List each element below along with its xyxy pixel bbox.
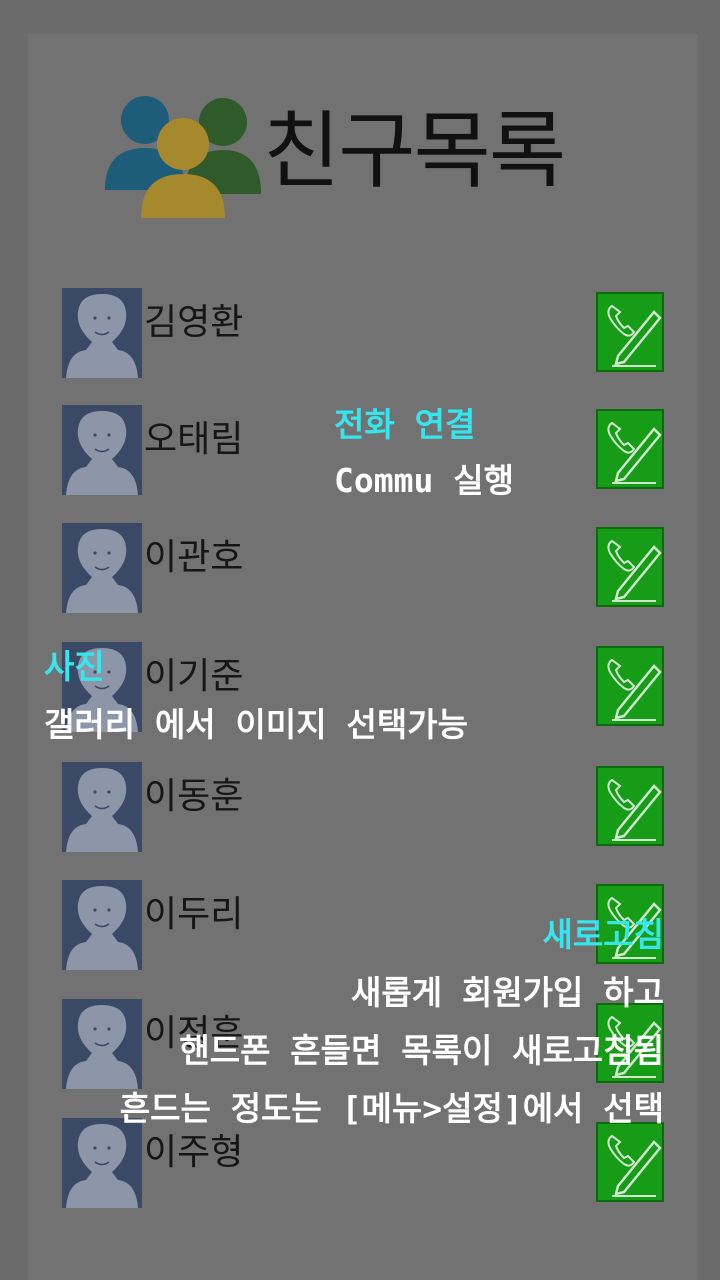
friend-name: 이기준 [144,656,244,697]
friend-name: 이두리 [144,894,244,935]
call-help-desc: Commu 실행 [334,461,514,500]
refresh-help-line3: 흔드는 정도는 [메뉴>설정]에서 선택 [119,1089,664,1128]
friend-name: 오태림 [144,419,244,460]
refresh-help-line2: 핸드폰 흔들면 목록이 새로고침됨 [179,1031,664,1070]
person-silhouette-icon [62,523,142,613]
avatar[interactable] [62,288,142,378]
avatar[interactable] [62,405,142,495]
phone-pencil-icon [607,304,662,367]
avatar[interactable] [62,999,142,1089]
call-button[interactable] [596,646,664,726]
call-button[interactable] [596,766,664,846]
header: 친구목록 [105,90,665,225]
call-button[interactable] [596,292,664,372]
photo-help-title: 사진 [44,647,105,686]
friend-name: 김영환 [144,302,244,343]
phone-pencil-icon [607,539,662,602]
avatar[interactable] [62,762,142,852]
friend-name: 이동훈 [144,776,244,817]
photo-help-desc: 갤러리 에서 이미지 선택가능 [44,705,468,744]
refresh-help-title: 새로고침 [542,915,664,954]
person-silhouette-icon [62,288,142,378]
friend-row[interactable]: 이동훈 [62,762,668,854]
person-silhouette-icon [62,405,142,495]
call-help-title: 전화 연결 [334,405,476,444]
phone-pencil-icon [607,778,662,841]
page-title: 친구목록 [263,102,566,200]
people-group-icon [105,96,261,218]
phone-pencil-icon [607,658,662,721]
call-button[interactable] [596,527,664,607]
person-silhouette-icon [62,762,142,852]
friend-row[interactable]: 이관호 [62,523,668,615]
person-silhouette-icon [62,999,142,1089]
friend-row[interactable]: 김영환 [62,288,668,380]
call-button[interactable] [596,409,664,489]
avatar[interactable] [62,880,142,970]
person-silhouette-icon [62,880,142,970]
friend-name: 이관호 [144,537,244,578]
refresh-help-line1: 새롭게 회원가입 하고 [351,973,664,1012]
avatar[interactable] [62,523,142,613]
phone-pencil-icon [607,421,662,484]
